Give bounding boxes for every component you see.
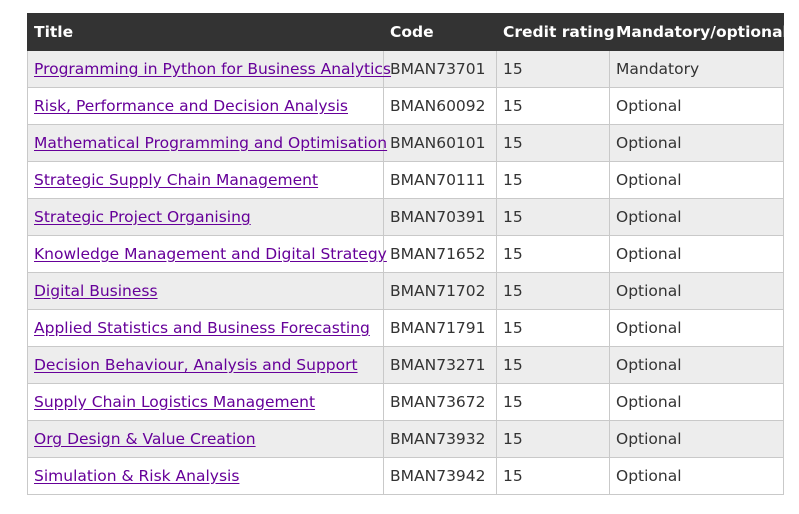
table-row: Decision Behaviour, Analysis and Support…: [27, 346, 784, 384]
column-header-mandatory-optional: Mandatory/optional: [609, 13, 788, 51]
course-title-link[interactable]: Supply Chain Logistics Management: [34, 393, 315, 411]
mandatory-cell: Optional: [609, 198, 784, 236]
table-row: Knowledge Management and Digital Strateg…: [27, 235, 784, 273]
title-cell: Mathematical Programming and Optimisatio…: [27, 124, 387, 162]
course-title-link[interactable]: Simulation & Risk Analysis: [34, 467, 239, 485]
mandatory-cell: Optional: [609, 383, 784, 421]
credit-cell: 15: [496, 420, 610, 458]
credit-cell: 15: [496, 87, 610, 125]
table-row: Strategic Supply Chain Management BMAN70…: [27, 161, 784, 199]
credit-cell: 15: [496, 272, 610, 310]
code-cell: BMAN73271: [383, 346, 497, 384]
code-cell: BMAN73672: [383, 383, 497, 421]
course-title-link[interactable]: Decision Behaviour, Analysis and Support: [34, 356, 358, 374]
title-cell: Supply Chain Logistics Management: [27, 383, 384, 421]
code-cell: BMAN73701: [383, 50, 497, 88]
credit-cell: 15: [496, 457, 610, 495]
table-row: Programming in Python for Business Analy…: [27, 50, 784, 88]
table-row: Applied Statistics and Business Forecast…: [27, 309, 784, 347]
column-header-credit-rating: Credit rating: [496, 13, 615, 51]
table-row: Strategic Project Organising BMAN70391 1…: [27, 198, 784, 236]
code-cell: BMAN71702: [383, 272, 497, 310]
title-cell: Decision Behaviour, Analysis and Support: [27, 346, 384, 384]
title-cell: Strategic Project Organising: [27, 198, 384, 236]
course-title-link[interactable]: Risk, Performance and Decision Analysis: [34, 97, 348, 115]
code-cell: BMAN73932: [383, 420, 497, 458]
mandatory-cell: Optional: [609, 420, 784, 458]
mandatory-cell: Optional: [609, 235, 784, 273]
table-row: Supply Chain Logistics Management BMAN73…: [27, 383, 784, 421]
code-cell: BMAN60092: [383, 87, 497, 125]
mandatory-cell: Optional: [609, 346, 784, 384]
mandatory-cell: Optional: [609, 87, 784, 125]
code-cell: BMAN60101: [383, 124, 497, 162]
course-title-link[interactable]: Strategic Project Organising: [34, 208, 251, 226]
mandatory-cell: Optional: [609, 309, 784, 347]
code-cell: BMAN73942: [383, 457, 497, 495]
table-body: Programming in Python for Business Analy…: [27, 50, 784, 495]
course-title-link[interactable]: Knowledge Management and Digital Strateg…: [34, 245, 387, 263]
table-row: Org Design & Value Creation BMAN73932 15…: [27, 420, 784, 458]
mandatory-cell: Optional: [609, 161, 784, 199]
credit-cell: 15: [496, 124, 610, 162]
mandatory-cell: Optional: [609, 272, 784, 310]
course-title-link[interactable]: Mathematical Programming and Optimisatio…: [34, 134, 387, 152]
credit-cell: 15: [496, 383, 610, 421]
title-cell: Org Design & Value Creation: [27, 420, 384, 458]
title-cell: Risk, Performance and Decision Analysis: [27, 87, 384, 125]
table-row: Digital Business BMAN71702 15 Optional: [27, 272, 784, 310]
mandatory-cell: Optional: [609, 457, 784, 495]
column-header-code: Code: [383, 13, 497, 51]
code-cell: BMAN71652: [383, 235, 497, 273]
course-units-table-container: Title Code Credit rating Mandatory/optio…: [27, 13, 788, 495]
title-cell: Applied Statistics and Business Forecast…: [27, 309, 384, 347]
title-cell: Programming in Python for Business Analy…: [27, 50, 391, 88]
code-cell: BMAN71791: [383, 309, 497, 347]
table-header: Title Code Credit rating Mandatory/optio…: [27, 13, 788, 51]
title-cell: Simulation & Risk Analysis: [27, 457, 384, 495]
credit-cell: 15: [496, 50, 610, 88]
table-row: Simulation & Risk Analysis BMAN73942 15 …: [27, 457, 784, 495]
course-title-link[interactable]: Programming in Python for Business Analy…: [34, 60, 391, 78]
table-row: Risk, Performance and Decision Analysis …: [27, 87, 784, 125]
credit-cell: 15: [496, 235, 610, 273]
course-title-link[interactable]: Strategic Supply Chain Management: [34, 171, 318, 189]
mandatory-cell: Optional: [609, 124, 784, 162]
table-header-row: Title Code Credit rating Mandatory/optio…: [27, 13, 788, 51]
course-title-link[interactable]: Org Design & Value Creation: [34, 430, 256, 448]
code-cell: BMAN70111: [383, 161, 497, 199]
credit-cell: 15: [496, 309, 610, 347]
code-cell: BMAN70391: [383, 198, 497, 236]
column-header-title: Title: [27, 13, 384, 51]
table-row: Mathematical Programming and Optimisatio…: [27, 124, 784, 162]
course-title-link[interactable]: Applied Statistics and Business Forecast…: [34, 319, 370, 337]
credit-cell: 15: [496, 161, 610, 199]
course-units-table: Title Code Credit rating Mandatory/optio…: [27, 13, 788, 495]
title-cell: Knowledge Management and Digital Strateg…: [27, 235, 387, 273]
title-cell: Strategic Supply Chain Management: [27, 161, 384, 199]
credit-cell: 15: [496, 198, 610, 236]
mandatory-cell: Mandatory: [609, 50, 784, 88]
course-title-link[interactable]: Digital Business: [34, 282, 158, 300]
credit-cell: 15: [496, 346, 610, 384]
title-cell: Digital Business: [27, 272, 384, 310]
